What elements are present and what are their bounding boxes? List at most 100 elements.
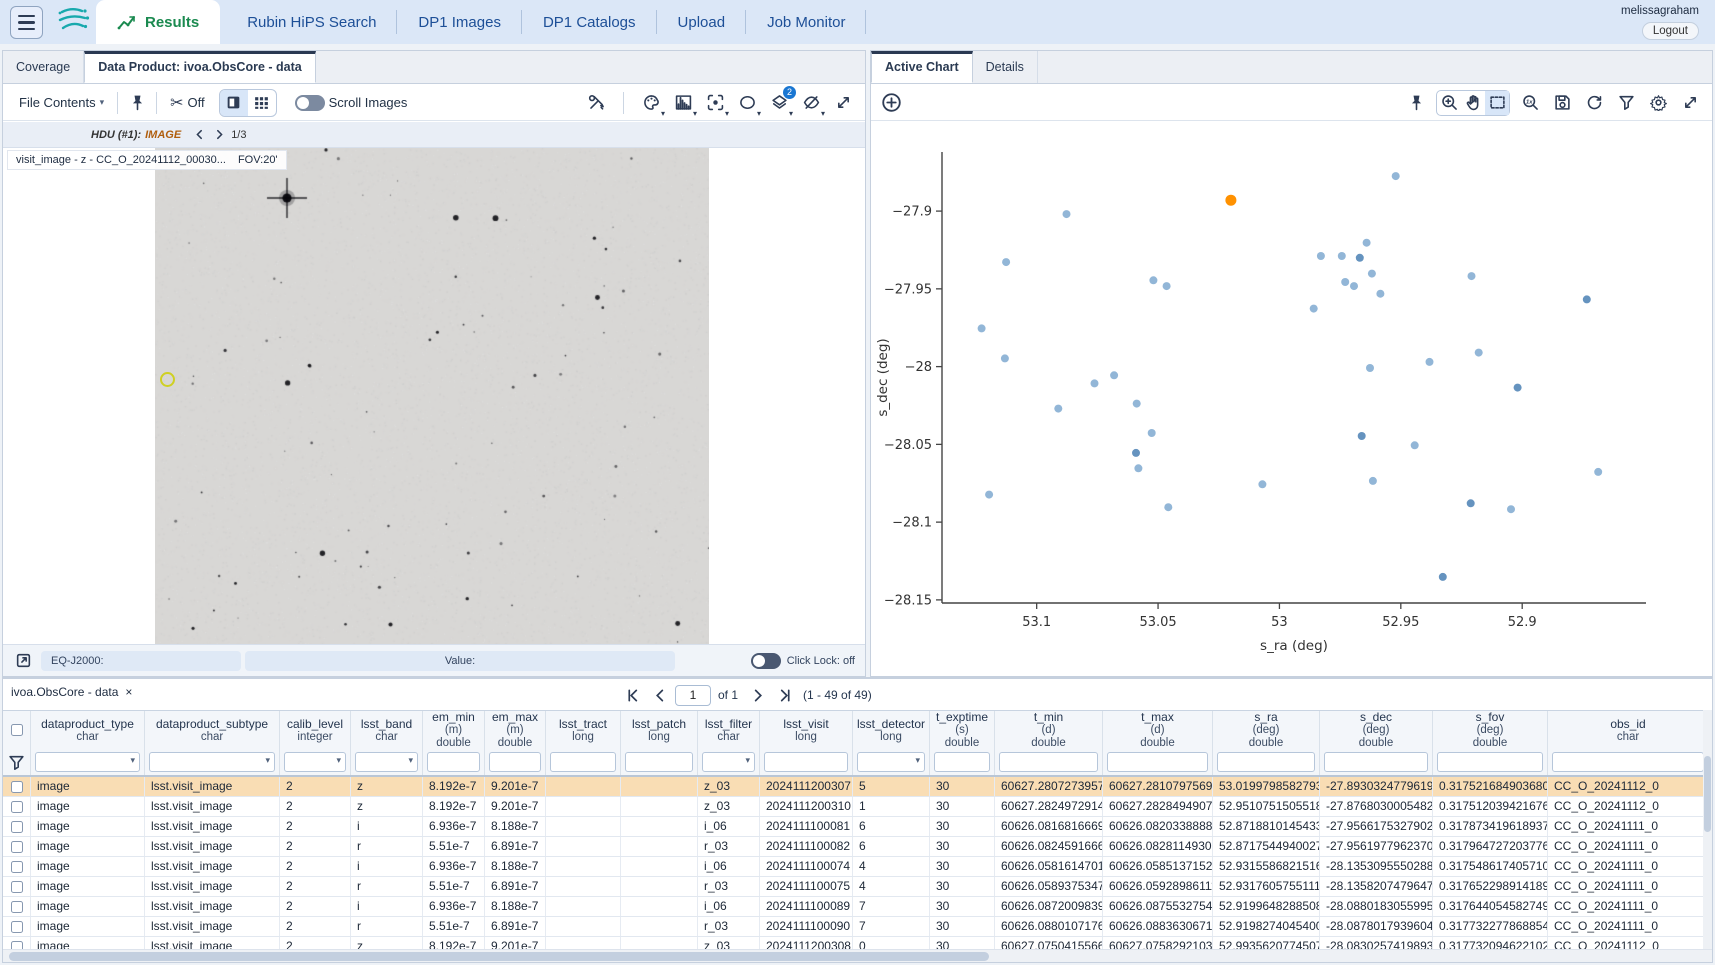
cell-s_fov[interactable]: 0.31773227786885455 — [1433, 917, 1548, 936]
filter-select-lsst_detector[interactable] — [857, 752, 925, 772]
tab-active-chart[interactable]: Active Chart — [871, 51, 973, 83]
cell-lsst_patch[interactable] — [621, 857, 698, 876]
cell-lsst_patch[interactable] — [621, 777, 698, 796]
filter-input-lsst_patch[interactable] — [625, 752, 693, 772]
table-row[interactable]: imagelsst.visit_image2i6.936e-78.188e-7i… — [3, 817, 1709, 837]
table-row[interactable]: imagelsst.visit_image2i6.936e-78.188e-7i… — [3, 897, 1709, 917]
cell-s_ra[interactable]: 52.9935620774507 — [1213, 937, 1320, 949]
cell-obs_id[interactable]: CC_O_20241111_0 — [1548, 897, 1709, 916]
cell-t_min[interactable]: 60626.0872009839 — [995, 897, 1103, 916]
scroll-images-toggle[interactable]: Scroll Images — [289, 92, 414, 114]
row-checkbox[interactable] — [11, 881, 23, 893]
cell-dataproduct_subtype[interactable]: lsst.visit_image — [145, 837, 280, 856]
app-tab-dp1-images[interactable]: DP1 Images — [397, 0, 522, 44]
table-row[interactable]: imagelsst.visit_image2z8.192e-79.201e-7z… — [3, 937, 1709, 949]
app-tab-job-monitor[interactable]: Job Monitor — [746, 0, 866, 44]
cell-calib_level[interactable]: 2 — [280, 897, 351, 916]
cell-calib_level[interactable]: 2 — [280, 877, 351, 896]
cell-s_ra[interactable]: 52.87188101454338 — [1213, 817, 1320, 836]
cell-lsst_patch[interactable] — [621, 837, 698, 856]
cell-t_exptime[interactable]: 30 — [930, 897, 995, 916]
cell-em_min[interactable]: 5.51e-7 — [423, 837, 485, 856]
cell-lsst_detector[interactable]: 0 — [853, 937, 930, 949]
cell-s_fov[interactable]: 0.3178734196189379 — [1433, 817, 1548, 836]
cell-s_ra[interactable]: 52.91996482885089 — [1213, 897, 1320, 916]
cell-lsst_detector[interactable]: 1 — [853, 797, 930, 816]
cell-em_max[interactable]: 8.188e-7 — [485, 817, 546, 836]
row-checkbox[interactable] — [11, 861, 23, 873]
cell-t_exptime[interactable]: 30 — [930, 917, 995, 936]
cell-s_ra[interactable]: 53.01997985827939 — [1213, 777, 1320, 796]
filter-input-t_exptime[interactable] — [934, 752, 990, 772]
single-view-icon[interactable] — [220, 90, 248, 116]
filter-input-em_max[interactable] — [489, 752, 541, 772]
cell-dataproduct_type[interactable]: image — [31, 857, 145, 876]
cell-calib_level[interactable]: 2 — [280, 837, 351, 856]
filter-funnel-cell[interactable] — [3, 749, 31, 775]
cell-s_ra[interactable]: 52.93176057551117 — [1213, 877, 1320, 896]
filter-icon[interactable] — [1614, 91, 1638, 115]
pin-icon[interactable] — [125, 91, 149, 115]
column-header-lsst_tract[interactable]: lsst_tractlong — [546, 711, 621, 749]
cell-obs_id[interactable]: CC_O_20241112_0 — [1548, 797, 1709, 816]
cell-s_fov[interactable]: 0.31765229891418956 — [1433, 877, 1548, 896]
menu-hamburger-icon[interactable] — [10, 6, 43, 39]
cell-lsst_band[interactable]: z — [351, 777, 423, 796]
cell-s_ra[interactable]: 52.87175449400273 — [1213, 837, 1320, 856]
tab-details[interactable]: Details — [973, 51, 1038, 83]
filter-input-s_ra[interactable] — [1217, 752, 1315, 772]
cell-s_fov[interactable]: 0.3177320946221022 — [1433, 937, 1548, 949]
cell-s_dec[interactable]: -28.135309555028815 — [1320, 857, 1433, 876]
cell-lsst_band[interactable]: z — [351, 937, 423, 949]
cell-t_exptime[interactable]: 30 — [930, 797, 995, 816]
add-chart-icon[interactable] — [879, 91, 903, 115]
cell-s_fov[interactable]: 0.31796472720377666 — [1433, 837, 1548, 856]
zoom-original-icon[interactable]: 1x — [1518, 91, 1542, 115]
cell-em_max[interactable]: 9.201e-7 — [485, 797, 546, 816]
cell-lsst_tract[interactable] — [546, 937, 621, 949]
cell-lsst_visit[interactable]: 2024111100081 — [760, 817, 853, 836]
horizontal-scrollbar[interactable] — [3, 949, 1712, 962]
firefly-logo-icon[interactable] — [52, 5, 92, 42]
page-number-input[interactable] — [675, 685, 711, 706]
column-header-lsst_band[interactable]: lsst_bandchar — [351, 711, 423, 749]
cell-dataproduct_subtype[interactable]: lsst.visit_image — [145, 937, 280, 949]
cell-dataproduct_subtype[interactable]: lsst.visit_image — [145, 897, 280, 916]
cell-s_ra[interactable]: 52.9510751505518 — [1213, 797, 1320, 816]
cell-s_ra[interactable]: 52.91982740454004 — [1213, 917, 1320, 936]
cell-t_max[interactable]: 60626.087553275465 — [1103, 897, 1213, 916]
cell-lsst_tract[interactable] — [546, 917, 621, 936]
cell-t_exptime[interactable]: 30 — [930, 877, 995, 896]
row-checkbox[interactable] — [11, 921, 23, 933]
row-checkbox[interactable] — [11, 901, 23, 913]
cell-lsst_patch[interactable] — [621, 877, 698, 896]
cell-dataproduct_subtype[interactable]: lsst.visit_image — [145, 857, 280, 876]
cell-lsst_detector[interactable]: 7 — [853, 917, 930, 936]
cell-em_min[interactable]: 8.192e-7 — [423, 777, 485, 796]
recenter-icon[interactable]: ▾ — [703, 91, 727, 115]
cell-em_max[interactable]: 9.201e-7 — [485, 937, 546, 949]
app-tab-dp1-catalogs[interactable]: DP1 Catalogs — [522, 0, 657, 44]
cell-t_min[interactable]: 60627.0750415566 — [995, 937, 1103, 949]
cell-lsst_detector[interactable]: 5 — [853, 777, 930, 796]
scatter-chart[interactable]: 53.153.055352.9552.9−27.9−27.95−28−28.05… — [871, 122, 1712, 676]
cell-obs_id[interactable]: CC_O_20241111_0 — [1548, 837, 1709, 856]
cell-em_max[interactable]: 6.891e-7 — [485, 877, 546, 896]
cell-t_exptime[interactable]: 30 — [930, 937, 995, 949]
cell-t_max[interactable]: 60626.082811493055 — [1103, 837, 1213, 856]
file-contents-dropdown[interactable]: File Contents▾ — [13, 92, 110, 113]
cell-lsst_visit[interactable]: 2024111100074 — [760, 857, 853, 876]
cell-lsst_tract[interactable] — [546, 897, 621, 916]
app-tab-results[interactable]: Results — [96, 0, 220, 44]
filter-select-dataproduct_subtype[interactable] — [149, 752, 275, 772]
row-checkbox[interactable] — [11, 781, 23, 793]
filter-input-t_min[interactable] — [999, 752, 1098, 772]
cell-lsst_visit[interactable]: 2024111100082 — [760, 837, 853, 856]
cell-t_max[interactable]: 60626.059289861114 — [1103, 877, 1213, 896]
cell-s_fov[interactable]: 0.3175216849036809 — [1433, 777, 1548, 796]
filter-select-lsst_band[interactable] — [355, 752, 418, 772]
cell-lsst_band[interactable]: i — [351, 897, 423, 916]
pin-icon[interactable] — [1404, 91, 1428, 115]
cell-em_min[interactable]: 6.936e-7 — [423, 857, 485, 876]
column-header-lsst_visit[interactable]: lsst_visitlong — [760, 711, 853, 749]
